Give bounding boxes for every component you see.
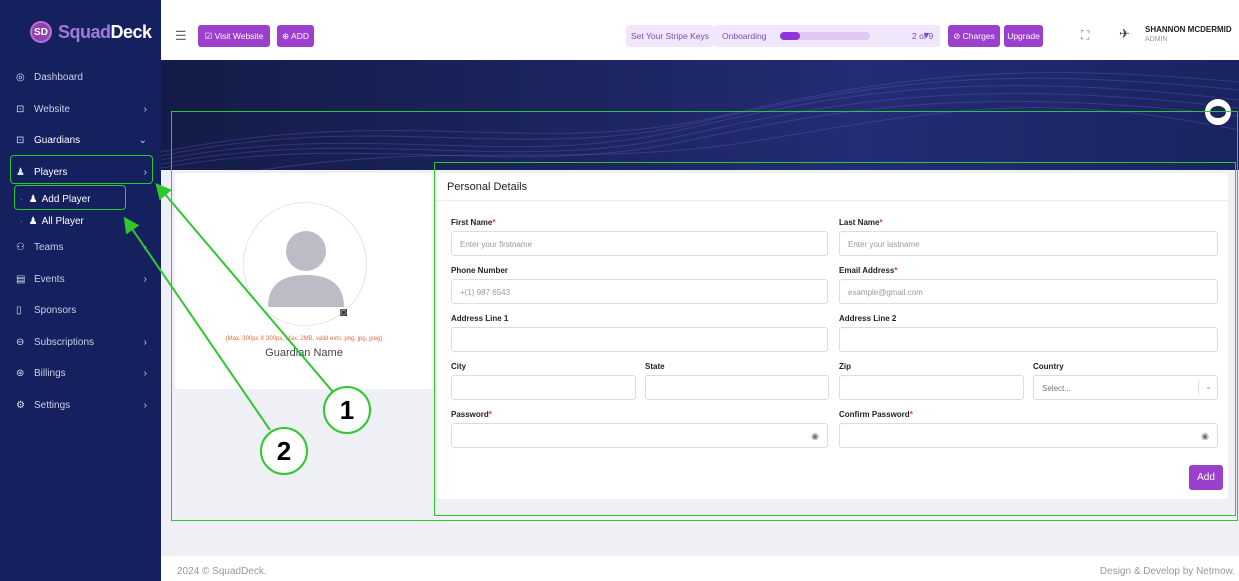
arrow-one xyxy=(155,182,334,393)
annotation-arrows xyxy=(123,182,334,431)
arrow-two xyxy=(123,216,271,431)
annotation-circle-1: 1 xyxy=(323,386,371,434)
app-root: SD SquadDeck ◎ Dashboard ⊡ Website › ⊡ G… xyxy=(0,0,1239,581)
annotation-circle-2: 2 xyxy=(260,427,308,475)
